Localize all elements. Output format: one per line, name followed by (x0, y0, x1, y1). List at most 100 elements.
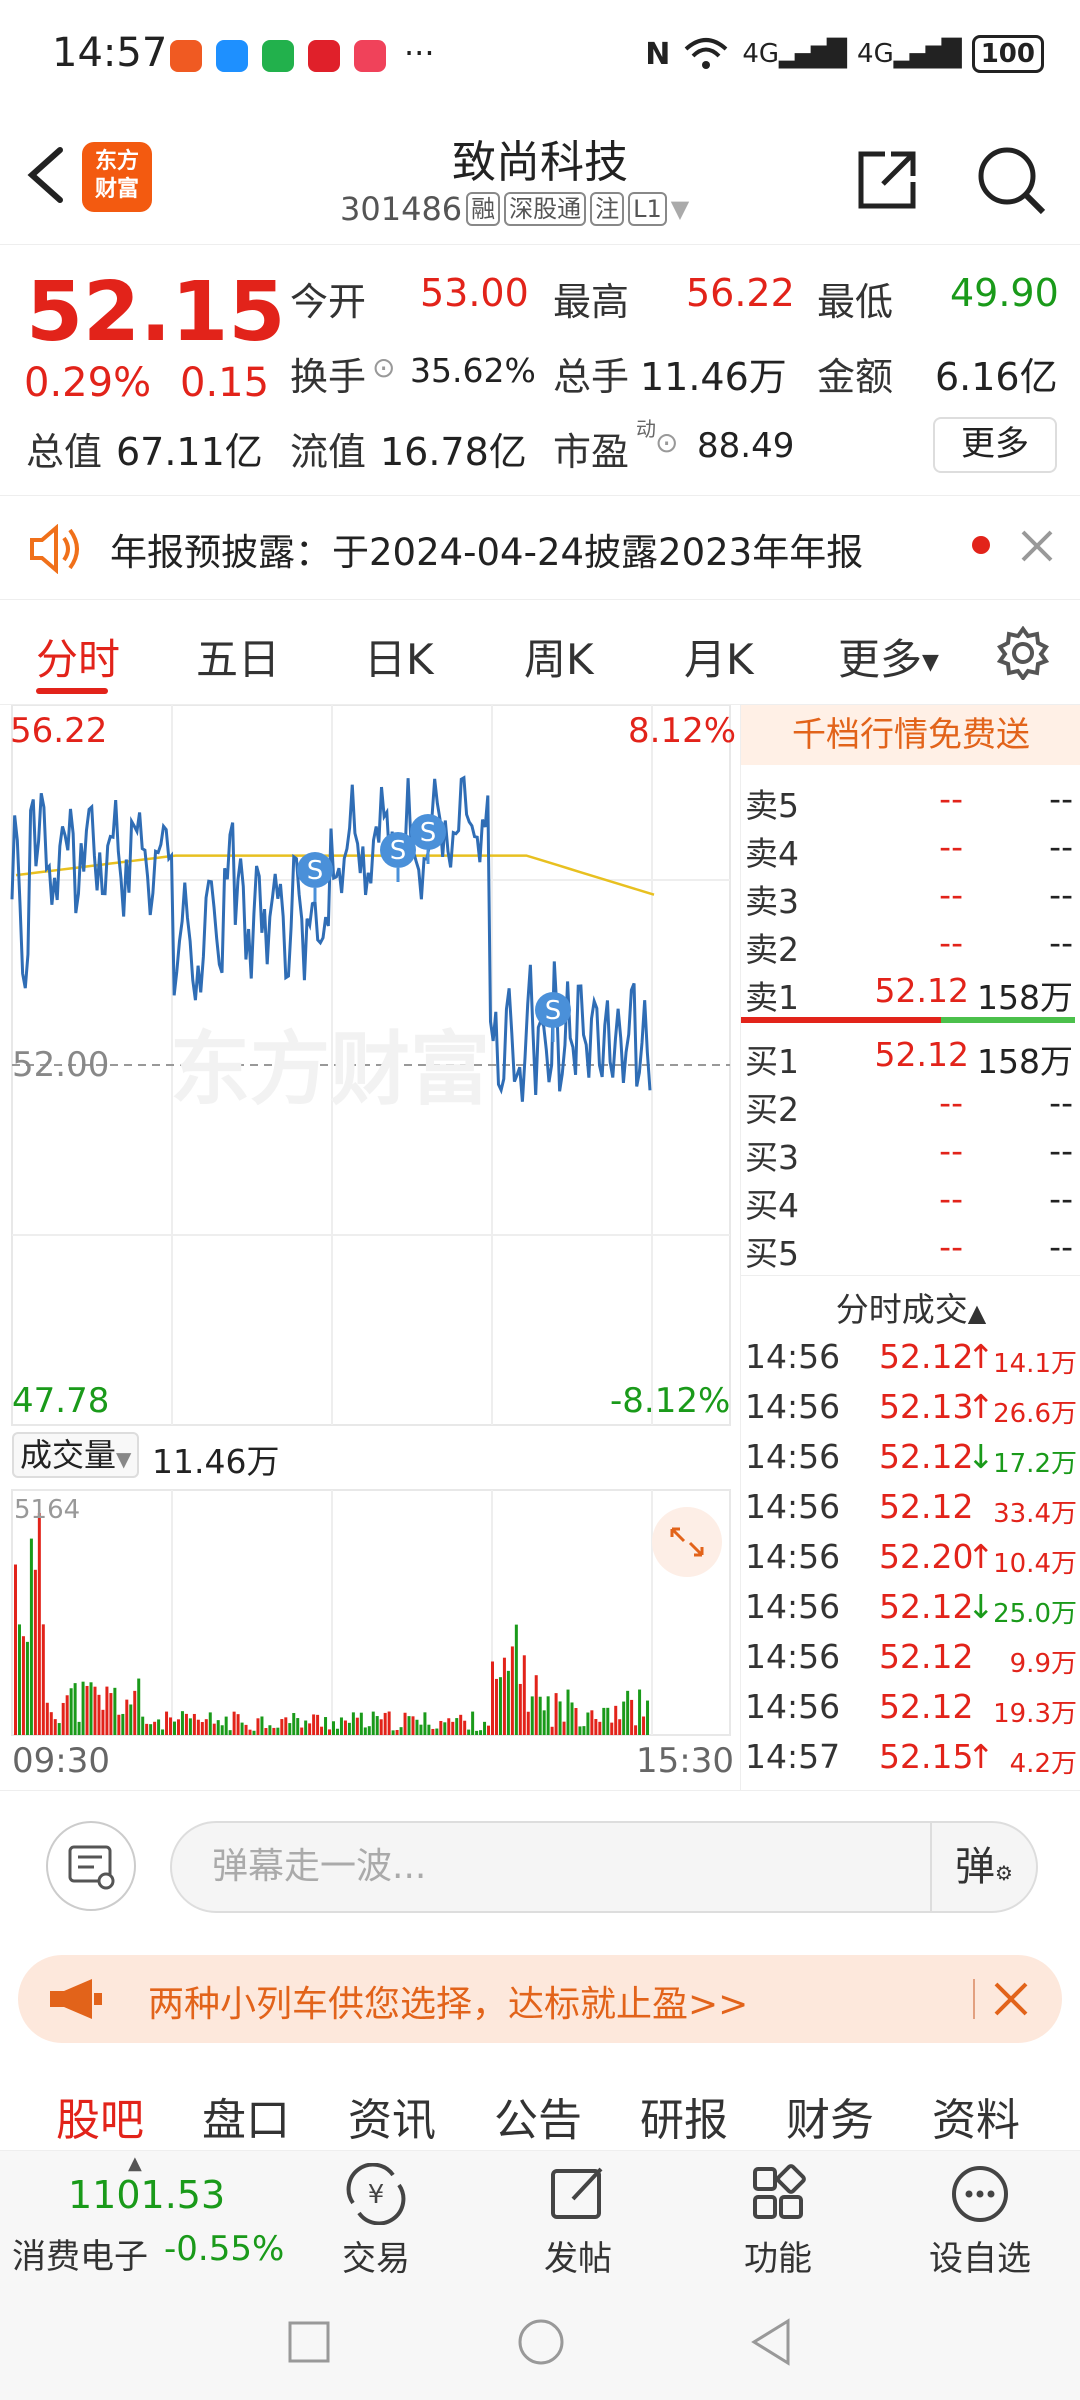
bid-row[interactable]: 买3 -- -- (741, 1127, 1080, 1177)
more-quote-button[interactable]: 更多 (933, 417, 1057, 473)
home-icon[interactable] (516, 2317, 566, 2367)
ask-row[interactable]: 卖2 -- -- (741, 919, 1080, 969)
volume-bar (192, 1713, 196, 1735)
volume-bar (634, 1725, 638, 1735)
tab-more[interactable]: 更多▼ (838, 626, 939, 687)
tab-pankou[interactable]: 盘口 (202, 2084, 290, 2148)
ask-row[interactable]: 卖5 -- -- (741, 775, 1080, 825)
tab-profile[interactable]: 资料 (932, 2084, 1020, 2148)
volume-bar (41, 1624, 45, 1735)
bid-row[interactable]: 买1 52.12 158万 (741, 1031, 1080, 1081)
close-icon[interactable] (1020, 529, 1054, 563)
ask-row[interactable]: 卖3 -- -- (741, 871, 1080, 921)
promo-banner[interactable]: 两种小列车供您选择，达标就止盈>> (18, 1955, 1062, 2043)
volume-bar (196, 1719, 200, 1735)
trade-direction: ↓ (967, 1587, 995, 1626)
share-button[interactable] (855, 148, 919, 212)
bid-row[interactable]: 买4 -- -- (741, 1175, 1080, 1225)
trade-price: 52.12 (879, 1637, 974, 1676)
notification-app-icon (170, 40, 202, 72)
tab-five-day[interactable]: 五日 (196, 626, 280, 687)
bid-row[interactable]: 买2 -- -- (741, 1079, 1080, 1129)
ask-row[interactable]: 卖4 -- -- (741, 823, 1080, 873)
volume-bar (538, 1696, 542, 1735)
notification-chat-icon (216, 40, 248, 72)
trade-time: 14:56 (745, 1337, 841, 1376)
tab-guba[interactable]: 股吧 (56, 2084, 144, 2148)
fullscreen-button[interactable] (652, 1507, 722, 1577)
close-icon[interactable] (993, 1981, 1029, 2017)
tab-finance[interactable]: 财务 (786, 2084, 874, 2148)
volume-bar (415, 1719, 419, 1735)
open-value: 53.00 (420, 271, 529, 315)
volume-bar (606, 1707, 610, 1735)
svg-text:S: S (307, 856, 324, 886)
tab-announcements[interactable]: 公告 (494, 2084, 582, 2148)
trade-button[interactable]: ¥ 交易 (306, 2163, 446, 2280)
tab-weekly-k[interactable]: 周K (524, 626, 594, 687)
trade-row: 14:56 52.20 ↑ 10.4万 (741, 1533, 1080, 1583)
trade-volume: 4.2万 (1009, 1749, 1077, 1779)
volume-bar (129, 1704, 133, 1735)
back-nav-icon[interactable] (748, 2317, 794, 2367)
sell-signal-marker: S (380, 832, 416, 882)
bid-row[interactable]: 买5 -- -- (741, 1223, 1080, 1273)
volume-bar (137, 1678, 141, 1735)
index-widget[interactable]: ▲ 1101.53 消费电子 -0.55% (0, 2151, 284, 2286)
pe-info-icon[interactable]: ⊙ (655, 426, 678, 459)
volume-bar (33, 1569, 37, 1735)
time-end: 15:30 (636, 1741, 734, 1781)
notice-bar[interactable]: 年报预披露：于2024-04-24披露2023年年报 (0, 495, 1080, 600)
wifi-icon (685, 38, 728, 69)
add-watchlist-button[interactable]: 设自选 (910, 2163, 1050, 2280)
danmu-input[interactable]: 弹幕走一波... (170, 1821, 1038, 1913)
battery-icon: 100 (971, 35, 1044, 73)
status-more-icon: ··· (404, 34, 435, 72)
stock-code-row[interactable]: 301486 融 深股通 注 L1 ▼ (340, 190, 689, 228)
volume-bar (300, 1727, 304, 1735)
volume-bar (355, 1717, 359, 1735)
volume-indicator-select[interactable]: 成交量▼ (12, 1432, 140, 1478)
level2-promo-banner[interactable]: 千档行情免费送 (741, 705, 1080, 765)
bid-price: 52.12 (874, 1035, 969, 1074)
share-icon (858, 151, 916, 209)
trades-title[interactable]: 分时成交▲ (741, 1283, 1080, 1331)
functions-button[interactable]: 功能 (708, 2163, 848, 2280)
intraday-chart[interactable]: SSSS 56.22 8.12% 52.00 东方财富 47.78 -8.12%… (0, 705, 740, 1790)
tab-daily-k[interactable]: 日K (364, 626, 434, 687)
volume-bar (602, 1707, 606, 1735)
tab-intraday[interactable]: 分时 (36, 626, 120, 687)
settings-gear-icon[interactable] (996, 626, 1050, 680)
volume-bar (157, 1719, 161, 1735)
volume-bar (343, 1720, 347, 1735)
volume-bar (391, 1730, 395, 1735)
volume-bar (69, 1688, 73, 1735)
volume-bar (228, 1730, 232, 1735)
volume-bar (113, 1687, 117, 1735)
trade-time: 14:56 (745, 1437, 841, 1476)
trade-row: 14:56 52.13 ↑ 26.6万 (741, 1383, 1080, 1433)
trade-time: 14:57 (745, 1737, 841, 1776)
recent-apps-icon[interactable] (286, 2319, 332, 2365)
danmu-toggle-button[interactable]: 弹⚙ (930, 1823, 1036, 1911)
trade-volume: 33.4万 (993, 1499, 1077, 1529)
volume-bar (459, 1714, 463, 1735)
volume-bar (375, 1716, 379, 1735)
post-button[interactable]: 发帖 (508, 2163, 648, 2280)
trade-direction: ↑ (967, 1337, 995, 1376)
volume-bar (204, 1719, 208, 1735)
volume-bar (359, 1712, 363, 1735)
tab-news[interactable]: 资讯 (348, 2084, 436, 2148)
info-icon[interactable]: ⊙ (372, 351, 395, 384)
trade-price: 52.12 (879, 1587, 974, 1626)
tab-research[interactable]: 研报 (640, 2084, 728, 2148)
ask-row[interactable]: 卖1 52.12 158万 (741, 967, 1080, 1017)
ask-volume: -- (1049, 779, 1073, 818)
tab-monthly-k[interactable]: 月K (684, 626, 754, 687)
float-value: 16.78亿 (380, 430, 527, 474)
volume-bar (141, 1716, 145, 1735)
danmu-settings-button[interactable] (46, 1821, 136, 1911)
open-label: 今开 (290, 280, 367, 324)
y-mid-price: 52.00 (12, 1045, 110, 1085)
search-button[interactable] (975, 144, 1047, 216)
